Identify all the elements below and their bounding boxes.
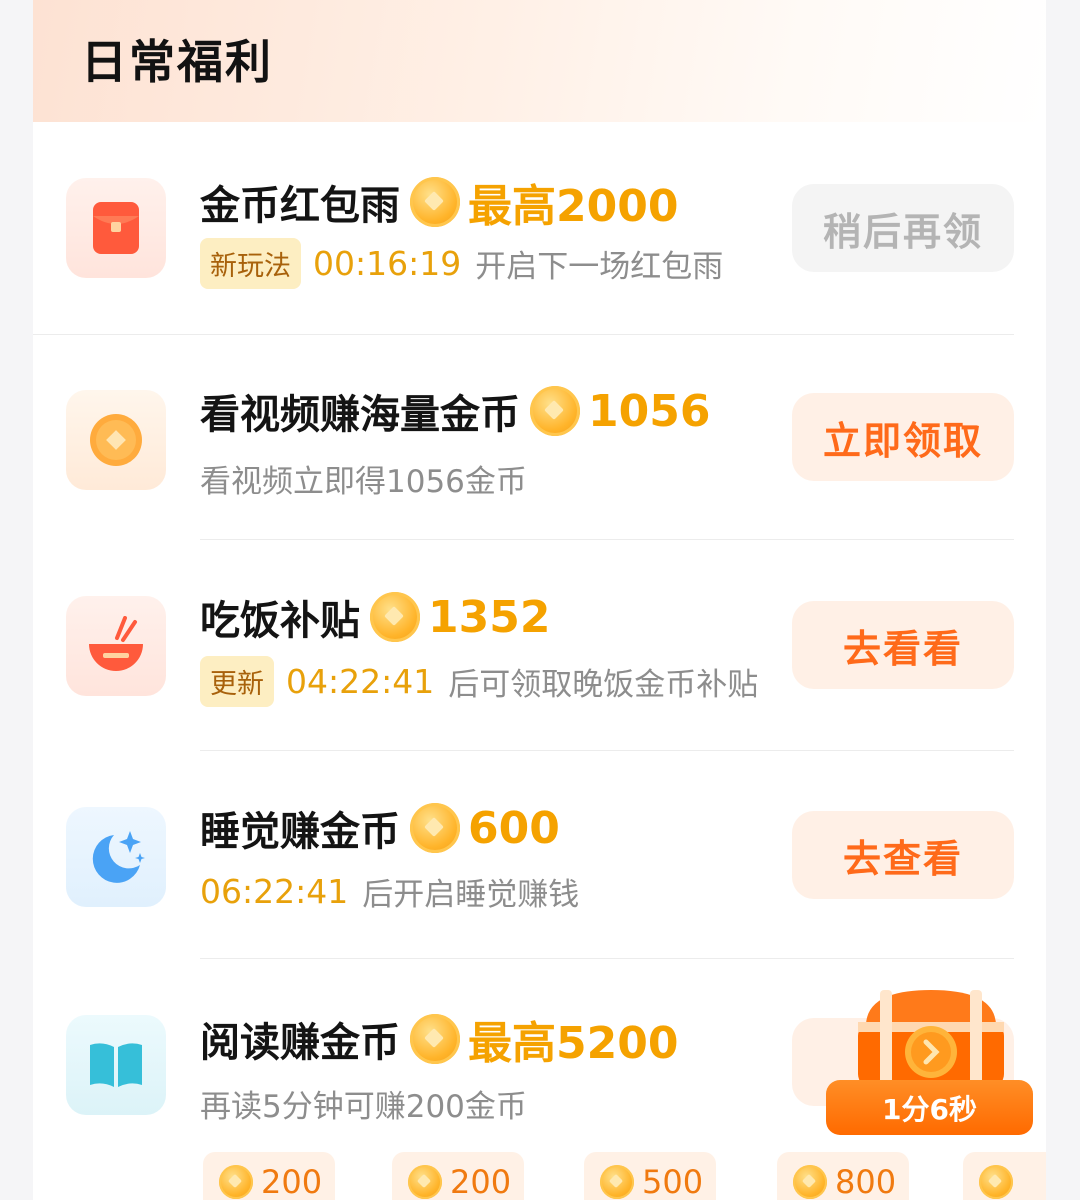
coin-icon <box>530 386 580 436</box>
red-envelope-icon <box>66 178 166 278</box>
coin-icon <box>600 1165 634 1199</box>
reward-chip[interactable]: 200 <box>203 1152 335 1200</box>
rice-bowl-icon <box>66 596 166 696</box>
reward-chip[interactable]: 800 <box>777 1152 909 1200</box>
chest-countdown[interactable]: 1分6秒 <box>826 1080 1033 1135</box>
countdown-timer: 06:22:41 <box>200 872 349 911</box>
reward-amount: 1056 <box>588 385 711 437</box>
divider <box>200 539 1014 540</box>
countdown-timer: 04:22:41 <box>286 662 435 701</box>
new-play-badge: 新玩法 <box>200 238 301 289</box>
coin-icon <box>370 592 420 642</box>
reward-amount: 600 <box>468 802 560 854</box>
task-title: 看视频赚海量金币 1056 <box>200 385 711 439</box>
coin-icon <box>793 1165 827 1199</box>
reward-amount: 1352 <box>428 591 551 643</box>
go-check-button[interactable]: 去查看 <box>792 811 1014 899</box>
go-see-button[interactable]: 去看看 <box>792 601 1014 689</box>
divider <box>200 958 1014 959</box>
task-subtitle: 再读5分钟可赚200金币 <box>200 1089 527 1125</box>
reward-amount: 最高5200 <box>468 1018 679 1069</box>
task-title: 阅读赚金币 最高5200 <box>200 1007 678 1071</box>
update-badge: 更新 <box>200 656 274 707</box>
claim-later-button[interactable]: 稍后再领 <box>792 184 1014 272</box>
reward-chip[interactable] <box>963 1152 1046 1200</box>
task-title: 吃饭补贴 1352 <box>200 591 551 645</box>
reward-chip[interactable]: 500 <box>584 1152 716 1200</box>
reward-chip[interactable]: 200 <box>392 1152 524 1200</box>
reward-amount: 最高2000 <box>468 181 679 232</box>
coin-icon <box>979 1165 1013 1199</box>
coin-icon <box>410 1014 460 1064</box>
divider <box>33 334 1014 335</box>
task-subtitle: 更新 04:22:41 后可领取晚饭金币补贴 <box>200 656 758 707</box>
coin-icon <box>410 803 460 853</box>
section-title: 日常福利 <box>81 35 273 89</box>
moon-icon <box>66 807 166 907</box>
task-subtitle: 看视频立即得1056金币 <box>200 464 527 500</box>
claim-now-button[interactable]: 立即领取 <box>792 393 1014 481</box>
task-title: 睡觉赚金币 600 <box>200 802 560 856</box>
coin-icon <box>219 1165 253 1199</box>
coin-icon <box>66 390 166 490</box>
divider <box>200 750 1014 751</box>
coin-icon <box>408 1165 442 1199</box>
reading-reward-chips: 200 200 500 800 <box>33 1152 1046 1200</box>
task-title: 金币红包雨 最高2000 <box>200 170 678 234</box>
countdown-timer: 00:16:19 <box>313 244 462 283</box>
task-subtitle: 06:22:41 后开启睡觉赚钱 <box>200 872 580 913</box>
card-header: 日常福利 <box>33 0 1046 122</box>
book-icon <box>66 1015 166 1115</box>
coin-icon <box>410 177 460 227</box>
task-subtitle: 新玩法 00:16:19 开启下一场红包雨 <box>200 238 723 289</box>
